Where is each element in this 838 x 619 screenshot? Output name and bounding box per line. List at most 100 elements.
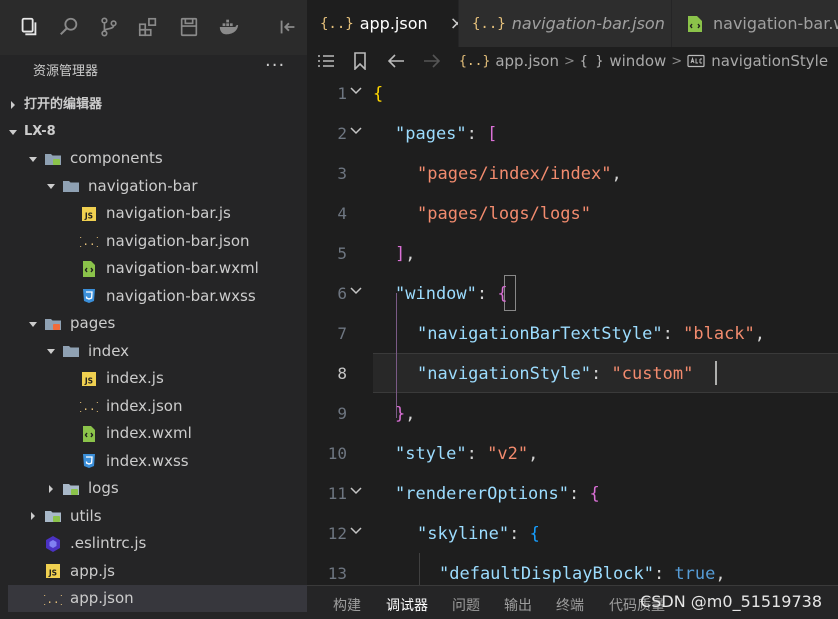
section-open-editors[interactable]: 打开的编辑器	[8, 91, 307, 118]
tree-item[interactable]: {..} index.json	[8, 393, 307, 420]
tree-item[interactable]: index.wxss	[8, 448, 307, 475]
indent-guide	[419, 553, 420, 585]
tree-item[interactable]: .eslintrc.js	[8, 530, 307, 557]
fold-chevron-icon[interactable]	[349, 123, 363, 137]
tree-item-label: .eslintrc.js	[70, 534, 147, 552]
tree-item-label: index.wxss	[106, 451, 189, 470]
tab-navigation-bar-wxml[interactable]: navigation-bar.wx	[671, 0, 838, 47]
docker-icon[interactable]	[217, 15, 241, 39]
tree-item[interactable]: JS app.js	[8, 558, 307, 585]
breadcrumb-navigation-style[interactable]: navigationStyle	[711, 52, 828, 70]
wxml-file-icon	[80, 260, 98, 278]
line-number: 12	[327, 524, 347, 543]
panel-tab-debugger[interactable]: 调试器	[386, 595, 428, 615]
tree-item[interactable]: utils	[8, 503, 307, 530]
tree-item[interactable]: JS index.js	[8, 365, 307, 392]
line-number: 4	[337, 204, 347, 223]
bookmark-icon[interactable]	[353, 52, 367, 70]
tree-item[interactable]: navigation-bar.wxml	[8, 255, 307, 282]
chevron-right-icon: >	[563, 53, 575, 69]
close-icon[interactable]: ×	[450, 13, 458, 34]
svg-text:JS: JS	[84, 376, 93, 385]
tree-item-label: navigation-bar.wxml	[106, 259, 259, 277]
tab-app-json[interactable]: {..} app.json ×	[307, 0, 458, 47]
explorer-icon[interactable]	[17, 15, 41, 39]
breadcrumb-window[interactable]: window	[609, 52, 666, 70]
tree-item-label: index	[88, 341, 130, 360]
active-indent-guide	[396, 293, 397, 418]
tree-item-label: navigation-bar.wxss	[106, 286, 256, 305]
code-editor[interactable]: 1 2 3 4 5 6 7 8 9 10 11 12 13 { "pages": [ "pages/in…	[307, 75, 838, 585]
fold-chevron-icon[interactable]	[349, 523, 363, 537]
tree-item[interactable]: pages	[8, 310, 307, 337]
panel-tab-terminal[interactable]: 终端	[556, 595, 584, 615]
tree-item[interactable]: {..} app.json	[8, 585, 307, 612]
json-file-icon: {..}	[80, 232, 98, 250]
tree-item[interactable]: components	[8, 145, 307, 172]
activity-bar	[0, 0, 307, 55]
arrow-right-icon[interactable]	[423, 54, 441, 68]
svg-text:{..}: {..}	[80, 400, 98, 413]
json-file-icon: {..}	[44, 590, 62, 608]
line-number: 13	[327, 564, 347, 583]
fold-chevron-icon[interactable]	[349, 83, 363, 97]
tab-label: app.json	[359, 14, 428, 33]
sidebar-header: 资源管理器 ···	[0, 55, 307, 83]
tree-item[interactable]: navigation-bar.wxss	[8, 283, 307, 310]
svg-text:JS: JS	[48, 569, 57, 578]
tree-item[interactable]: logs	[8, 475, 307, 502]
js-file-icon: JS	[80, 370, 98, 388]
json-file-icon: {..}	[472, 15, 506, 32]
panel-tab-output[interactable]: 输出	[504, 595, 532, 615]
code-line-8: "navigationStyle": "custom"	[417, 364, 694, 384]
search-icon[interactable]	[57, 15, 81, 39]
object-icon: { }	[579, 53, 604, 69]
panel-tab-build[interactable]: 构建	[333, 595, 361, 615]
json-file-icon: {..}	[459, 53, 491, 69]
fold-chevron-icon[interactable]	[349, 283, 363, 297]
more-actions-button[interactable]: ···	[265, 55, 285, 76]
tree-item-label: app.json	[70, 589, 134, 607]
section-project[interactable]: LX-8	[8, 118, 307, 145]
json-file-icon: {..}	[320, 15, 354, 32]
svg-text:JS: JS	[84, 211, 93, 220]
tree-item-label: index.json	[106, 396, 183, 415]
eslint-file-icon	[44, 535, 62, 553]
fold-chevron-icon[interactable]	[349, 483, 363, 497]
tree-item[interactable]: JS navigation-bar.js	[8, 200, 307, 227]
source-control-icon[interactable]	[97, 15, 121, 39]
json-file-icon: {..}	[80, 397, 98, 415]
storage-icon[interactable]	[177, 15, 201, 39]
chevron-right-icon	[8, 100, 18, 110]
extensions-icon[interactable]	[136, 15, 160, 39]
line-number: 1	[337, 84, 347, 103]
line-number: 9	[337, 404, 347, 423]
folder-icon	[44, 507, 62, 525]
chevron-down-icon	[46, 346, 56, 356]
tree-item[interactable]: index	[8, 338, 307, 365]
breadcrumb-file[interactable]: app.json	[495, 52, 559, 70]
tree-item[interactable]: {..} navigation-bar.json	[8, 228, 307, 255]
tree-item[interactable]: index.wxml	[8, 420, 307, 447]
svg-text:{..}: {..}	[80, 235, 98, 248]
panel-tab-problems[interactable]: 问题	[452, 595, 480, 615]
wxss-file-icon	[80, 287, 98, 305]
folder-icon	[44, 315, 62, 333]
tree-item[interactable]: navigation-bar	[8, 173, 307, 200]
chevron-right-icon	[46, 484, 56, 494]
bottom-panel-tabs: 构建 调试器 问题 输出 终端 代码质量 CSDN @m0_51519738	[307, 585, 838, 619]
folder-icon	[62, 177, 80, 195]
code-line-4: "pages/logs/logs"	[417, 204, 591, 224]
collapse-panel-icon[interactable]	[276, 15, 300, 39]
code-line-13: "defaultDisplayBlock": true,	[439, 564, 726, 584]
list-icon[interactable]	[317, 54, 335, 68]
arrow-left-icon[interactable]	[387, 54, 405, 68]
tree-item-label: logs	[88, 479, 119, 497]
tab-navigation-bar-json[interactable]: {..} navigation-bar.json	[458, 0, 671, 47]
